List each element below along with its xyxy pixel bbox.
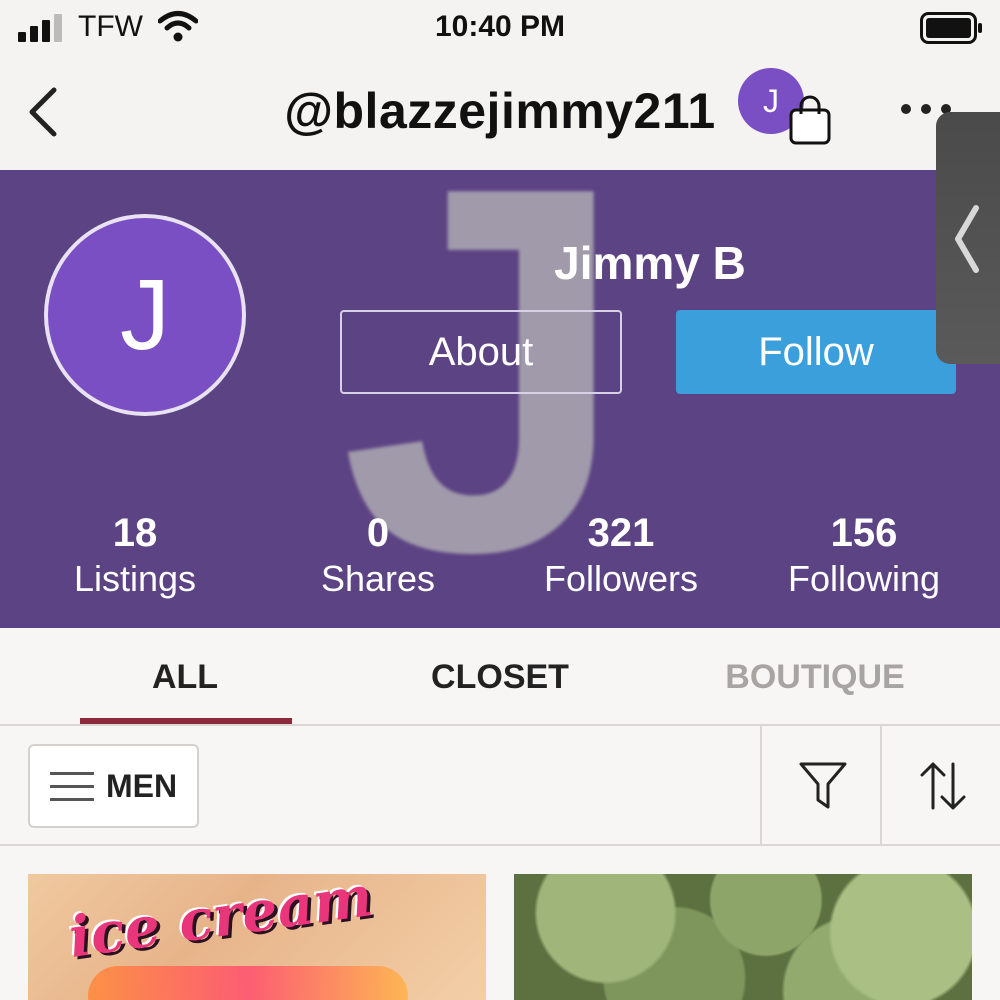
chevron-left-icon[interactable] <box>22 82 62 142</box>
filter-bar: MEN <box>0 726 1000 846</box>
listing-card[interactable] <box>514 874 972 1000</box>
listing-image-decoration <box>88 966 408 1000</box>
profile-name: Jimmy B <box>554 237 746 289</box>
page-title: @blazzejimmy211 <box>284 83 716 139</box>
about-button[interactable]: About <box>340 310 622 394</box>
stat-value: 18 <box>112 511 158 555</box>
listing-card[interactable]: ice cream <box>28 874 486 1000</box>
closet-tabs: ALL CLOSET BOUTIQUE <box>0 628 1000 726</box>
profile-header: J J Jimmy B About Follow 18 Listings 0 S… <box>0 170 1000 628</box>
tab-closet[interactable]: CLOSET <box>390 658 610 697</box>
department-button[interactable]: MEN <box>28 744 199 828</box>
sort-arrows-icon <box>920 762 966 810</box>
stat-value: 156 <box>830 511 898 555</box>
stat-value: 0 <box>366 511 390 555</box>
stat-label: Shares <box>320 558 436 599</box>
shopping-bag-icon <box>789 95 831 145</box>
listing-image-text: ice cream <box>64 874 377 971</box>
stat-shares[interactable]: 0 Shares <box>258 510 498 602</box>
stat-label: Following <box>787 558 941 599</box>
tab-boutique[interactable]: BOUTIQUE <box>700 658 930 697</box>
hamburger-menu-icon <box>50 772 94 801</box>
profile-avatar[interactable]: J <box>44 214 246 416</box>
active-tab-indicator <box>80 718 292 724</box>
sort-button[interactable] <box>880 726 1000 846</box>
battery-icon <box>920 12 982 44</box>
filter-button[interactable] <box>760 726 880 846</box>
stat-followers[interactable]: 321 Followers <box>501 510 741 602</box>
status-bar: TFW 10:40 PM <box>0 0 1000 60</box>
nav-bar: @blazzejimmy211 J <box>0 60 1000 170</box>
chevron-left-icon <box>955 205 979 273</box>
user-avatar-bag-button[interactable]: J <box>738 68 838 158</box>
funnel-filter-icon <box>799 762 847 809</box>
side-drawer-handle[interactable] <box>936 112 1000 364</box>
stat-following[interactable]: 156 Following <box>744 510 984 602</box>
listings-grid: ice cream <box>0 846 1000 1000</box>
stat-value: 321 <box>587 511 655 555</box>
stat-label: Listings <box>73 558 197 599</box>
stat-listings[interactable]: 18 Listings <box>15 510 255 602</box>
stat-label: Followers <box>543 558 699 599</box>
status-time: 10:40 PM <box>434 10 566 43</box>
department-label: MEN <box>106 768 178 804</box>
follow-button[interactable]: Follow <box>676 310 956 394</box>
tab-all[interactable]: ALL <box>80 658 290 697</box>
